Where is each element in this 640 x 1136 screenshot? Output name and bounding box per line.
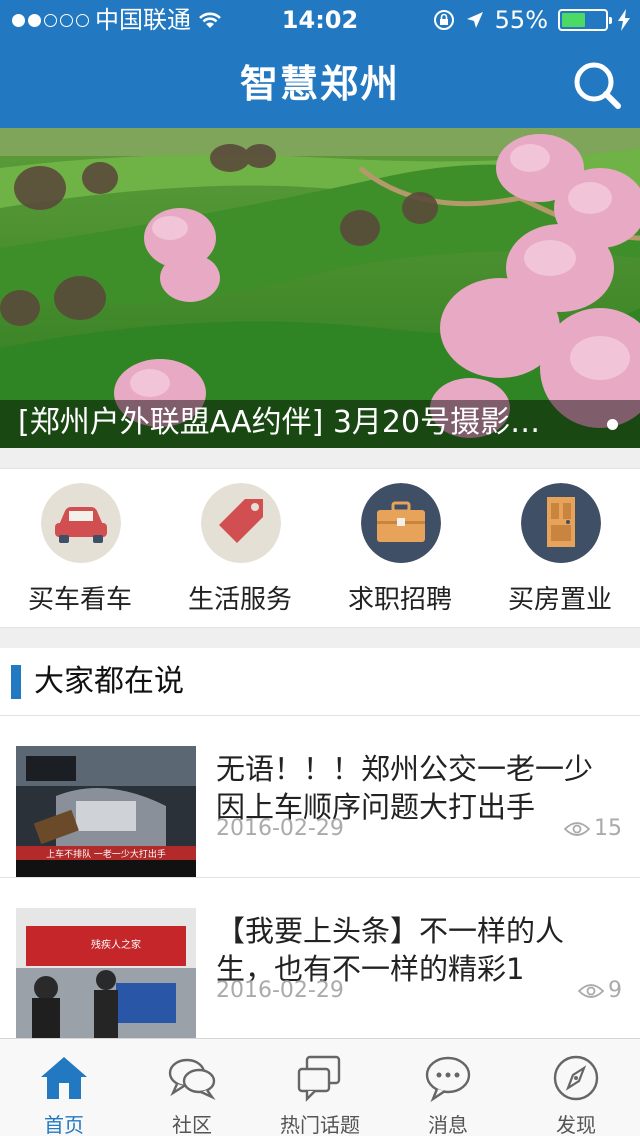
chat-bubbles-icon (168, 1058, 216, 1100)
nav-bar: 智慧郑州 (0, 40, 640, 128)
news-item[interactable]: 残疾人之家 【我要上头条】不一样的人生，也有不一样的精彩1 2016-02-29… (0, 878, 640, 1040)
tab-discover[interactable]: 发现 (512, 1039, 640, 1136)
topics-icon (297, 1055, 341, 1102)
location-arrow-icon (466, 12, 483, 28)
news-views: 9 (578, 978, 622, 1003)
tab-bar: 首页 社区 热门话题 消息 发现 (0, 1038, 640, 1136)
compass-icon (553, 1055, 599, 1101)
news-title: 无语！！！郑州公交一老一少因上车顺序问题大打出手 (216, 752, 594, 824)
status-right: 55% (433, 0, 630, 40)
eye-icon (564, 821, 590, 836)
header: 中国联通 14:02 55% 智慧郑州 (0, 0, 640, 128)
status-bar: 中国联通 14:02 55% (0, 0, 640, 40)
news-item[interactable]: 上车不排队 一老一少大打出手 无语！！！郑州公交一老一少因上车顺序问题大打出手 … (0, 716, 640, 878)
rotation-lock-icon (433, 10, 454, 30)
news-views: 15 (564, 816, 622, 841)
news-date: 2016-02-29 (216, 816, 344, 841)
quick-link-jobs[interactable]: 求职招聘 (320, 469, 480, 627)
quick-links: 买车看车 生活服务 求职招聘 买房置业 (0, 468, 640, 628)
battery-icon (558, 9, 612, 31)
quick-link-buy-car[interactable]: 买车看车 (0, 469, 160, 627)
app-screen: 中国联通 14:02 55% 智慧郑州 [郑州户外联盟AA约伴] 3月20号摄影… (0, 0, 640, 1136)
tab-community[interactable]: 社区 (128, 1039, 256, 1136)
news-date: 2016-02-29 (216, 978, 344, 1003)
thumb-caption: 上车不排队 一老一少大打出手 (46, 848, 166, 860)
door-icon (521, 483, 601, 563)
car-icon (41, 483, 121, 563)
tab-label: 热门话题 (280, 1113, 360, 1136)
eye-icon (578, 983, 604, 998)
quick-link-label: 求职招聘 (347, 585, 452, 615)
charging-bolt-icon (618, 9, 630, 31)
banner-caption: [郑州户外联盟AA约伴] 3月20号摄影… (18, 405, 541, 440)
briefcase-icon (361, 483, 441, 563)
tag-icon (201, 483, 281, 563)
tab-label: 发现 (556, 1113, 596, 1136)
banner-carousel[interactable]: [郑州户外联盟AA约伴] 3月20号摄影… (0, 128, 640, 448)
section-title: 大家都在说 (34, 664, 184, 699)
app-title: 智慧郑州 (239, 62, 400, 106)
carousel-page-dot[interactable] (607, 419, 618, 430)
battery-percent: 55% (494, 6, 548, 34)
tab-label: 首页 (44, 1113, 84, 1136)
quick-link-label: 买房置业 (507, 585, 612, 615)
quick-link-life-service[interactable]: 生活服务 (160, 469, 320, 627)
views-count: 15 (594, 816, 622, 841)
tab-label: 消息 (428, 1113, 468, 1136)
banner-caption-bar: [郑州户外联盟AA约伴] 3月20号摄影… (0, 400, 640, 448)
news-thumbnail: 上车不排队 一老一少大打出手 (16, 746, 196, 877)
thumb-caption: 残疾人之家 (91, 938, 141, 951)
news-thumbnail: 残疾人之家 (16, 908, 196, 1039)
section-header: 大家都在说 (0, 648, 640, 716)
quick-link-label: 买车看车 (27, 585, 132, 615)
quick-link-house[interactable]: 买房置业 (480, 469, 640, 627)
tab-messages[interactable]: 消息 (384, 1039, 512, 1136)
message-icon (425, 1056, 471, 1103)
tab-label: 社区 (172, 1113, 212, 1136)
views-count: 9 (608, 978, 622, 1003)
tab-home[interactable]: 首页 (0, 1039, 128, 1136)
section-accent-bar (11, 665, 21, 699)
quick-link-label: 生活服务 (187, 585, 292, 615)
tab-hot-topics[interactable]: 热门话题 (256, 1039, 384, 1136)
news-title: 【我要上头条】不一样的人生，也有不一样的精彩1 (216, 914, 565, 986)
home-icon (41, 1057, 87, 1099)
search-icon[interactable] (572, 60, 622, 110)
